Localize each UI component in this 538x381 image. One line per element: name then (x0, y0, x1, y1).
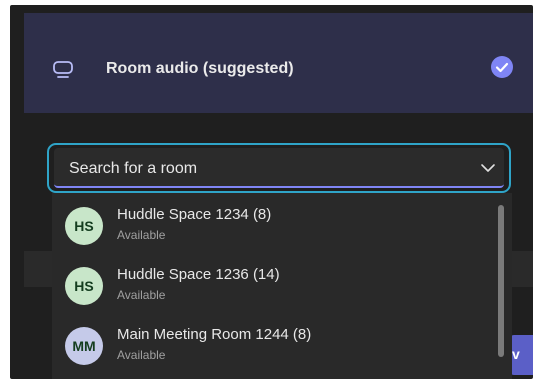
room-list-item[interactable]: HS Huddle Space 1234 (8) Available (52, 195, 492, 253)
room-status: Available (117, 288, 166, 302)
join-options-frame: Room audio (suggested) v Search for a ro… (10, 5, 533, 379)
room-list-item[interactable]: MM Main Meeting Room 1244 (8) Available (52, 315, 492, 373)
room-audio-label: Room audio (suggested) (106, 60, 294, 77)
room-name: Huddle Space 1236 (14) (117, 266, 280, 283)
room-search-text: Search for a room (69, 160, 198, 177)
room-audio-option[interactable]: Room audio (suggested) (24, 13, 533, 113)
avatar: HS (65, 207, 103, 245)
room-name: Huddle Space 1234 (8) (117, 206, 272, 223)
room-status: Available (117, 228, 166, 242)
room-list-item[interactable]: HS Huddle Space 1236 (14) Available (52, 255, 492, 313)
dropdown-scrollbar[interactable] (498, 205, 504, 357)
join-now-button-label: v (512, 346, 520, 362)
room-search-input[interactable]: Search for a room (54, 148, 504, 188)
monitor-icon (53, 61, 73, 78)
chevron-down-icon[interactable] (480, 160, 496, 176)
room-dropdown-list: HS Huddle Space 1234 (8) Available HS Hu… (52, 193, 512, 379)
room-status: Available (117, 348, 166, 362)
room-name: Main Meeting Room 1244 (8) (117, 326, 312, 343)
check-circle-icon (491, 56, 513, 78)
avatar: HS (65, 267, 103, 305)
room-search-combobox[interactable]: Search for a room (47, 143, 511, 193)
avatar: MM (65, 327, 103, 365)
